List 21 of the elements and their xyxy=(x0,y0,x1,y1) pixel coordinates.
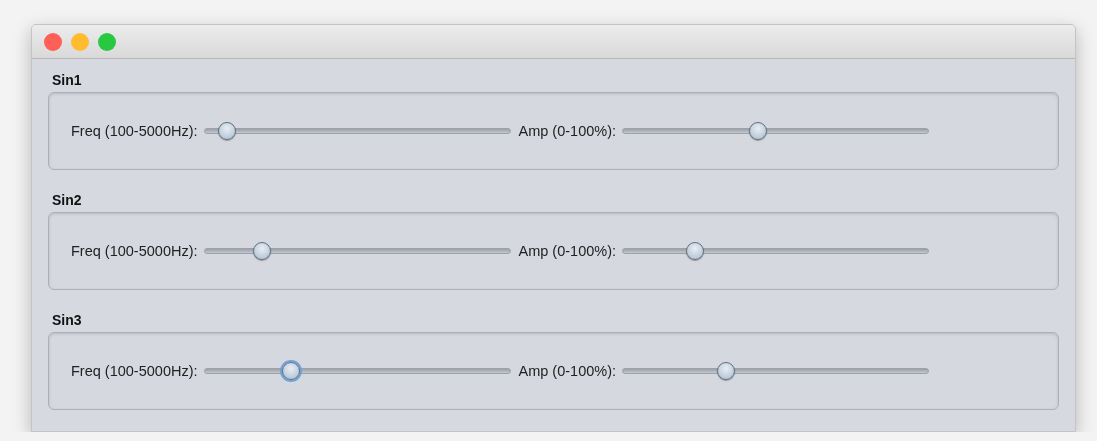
group-title: Sin1 xyxy=(52,72,83,88)
close-button[interactable] xyxy=(44,32,62,51)
slider-label: Freq (100-5000Hz): xyxy=(71,243,198,259)
slider[interactable] xyxy=(622,360,930,382)
slider[interactable] xyxy=(203,360,511,382)
slider-thumb[interactable] xyxy=(749,122,768,140)
slider-label: Amp (0-100%): xyxy=(518,243,617,259)
minimize-button[interactable] xyxy=(71,32,89,51)
slider[interactable] xyxy=(203,120,511,142)
slider-label: Freq (100-5000Hz): xyxy=(71,363,198,379)
slider-label: Freq (100-5000Hz): xyxy=(71,123,198,139)
slider-thumb[interactable] xyxy=(717,362,736,380)
group-title: Sin3 xyxy=(52,312,83,328)
slider-thumb[interactable] xyxy=(281,362,300,380)
slider-thumb[interactable] xyxy=(217,122,236,140)
zoom-button[interactable] xyxy=(98,32,116,51)
slider-label: Amp (0-100%): xyxy=(518,123,617,139)
slider-thumb[interactable] xyxy=(685,242,704,260)
group-title: Sin2 xyxy=(52,192,83,208)
slider-thumb[interactable] xyxy=(252,242,271,260)
slider-label: Amp (0-100%): xyxy=(518,363,617,379)
